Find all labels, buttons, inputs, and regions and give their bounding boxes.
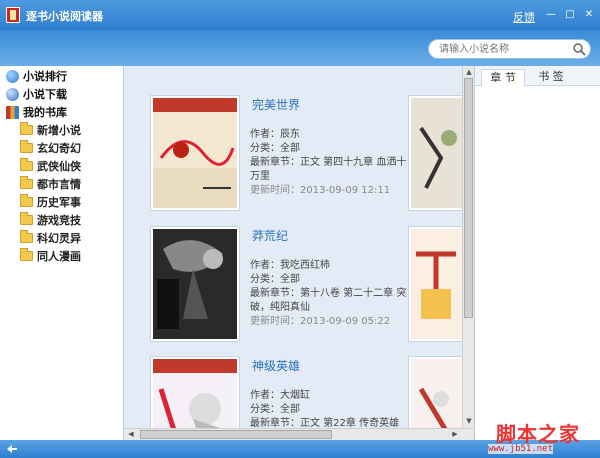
sidebar-item-label: 武侠仙侠: [37, 160, 81, 173]
sidebar-item-library[interactable]: 我的书库: [6, 104, 67, 120]
sidebar-item-label: 小说下载: [23, 88, 67, 101]
back-arrow-icon[interactable]: [6, 444, 18, 454]
sidebar-item-new-novels[interactable]: 新增小说: [20, 122, 81, 138]
book-author: 作者：我吃西红柿: [250, 260, 330, 271]
sidebar: 小说排行 小说下载 我的书库 新增小说 玄幻奇幻 武侠仙侠 都市言情 历史军事 …: [0, 66, 124, 440]
book-author: 作者：辰东: [250, 129, 300, 140]
book-latest-chapter[interactable]: 最新章节：第十八卷 第二十二章 突破，纯阳真仙: [250, 287, 410, 315]
book-card[interactable]: 完美世界 作者：辰东 分类：全部 最新章节：正文 第四十九章 血洒十万里 更新时…: [150, 95, 440, 211]
book-latest-chapter[interactable]: 最新章节：正文 第22章 传奇英雄: [250, 417, 410, 428]
sidebar-item-label: 我的书库: [23, 106, 67, 119]
folder-icon: [20, 122, 33, 135]
sidebar-item-label: 小说排行: [23, 70, 67, 83]
close-icon[interactable]: ✕: [583, 9, 595, 21]
panel-tabs: 章 节 书 签: [475, 66, 600, 86]
book-cover[interactable]: [408, 95, 462, 211]
scrollbar-thumb[interactable]: [140, 430, 332, 439]
book-cover[interactable]: [150, 95, 240, 211]
right-panel: 章 节 书 签: [474, 66, 600, 440]
book-cover[interactable]: [408, 226, 462, 342]
folder-icon: [20, 230, 33, 243]
title-bar: 逐书小说阅读器 反馈 — □ ✕: [0, 0, 600, 30]
scroll-left-icon[interactable]: ◀: [126, 430, 136, 439]
sidebar-item-label: 历史军事: [37, 196, 81, 209]
tab-chapters[interactable]: 章 节: [481, 69, 525, 86]
vertical-scrollbar[interactable]: ▲ ▼: [462, 66, 474, 428]
sidebar-item-scifi[interactable]: 科幻灵异: [20, 230, 81, 246]
sidebar-item-fanfic[interactable]: 同人漫画: [20, 248, 81, 264]
book-list: 完美世界 作者：辰东 分类：全部 最新章节：正文 第四十九章 血洒十万里 更新时…: [124, 66, 462, 428]
book-card[interactable]: 神级英雄 作者：大烟缸 分类：全部 最新章节：正文 第22章 传奇英雄: [150, 356, 440, 428]
download-icon: [6, 87, 19, 101]
maximize-icon[interactable]: □: [564, 9, 576, 21]
book-cover-image: [411, 359, 462, 428]
sidebar-item-label: 都市言情: [37, 178, 81, 191]
sidebar-item-label: 玄幻奇幻: [37, 142, 81, 155]
book-update-time: 更新时间：2013-09-09 05:22: [250, 316, 391, 327]
feedback-link[interactable]: 反馈: [513, 9, 535, 25]
watermark-text: 脚本之家: [496, 422, 580, 446]
tab-bookmarks[interactable]: 书 签: [529, 69, 573, 86]
watermark: 脚本之家 www.jb51.net: [482, 418, 598, 456]
sidebar-item-label: 同人漫画: [37, 250, 81, 263]
sidebar-item-fantasy[interactable]: 玄幻奇幻: [20, 140, 81, 156]
folder-icon: [20, 194, 33, 207]
folder-icon: [20, 158, 33, 171]
sidebar-item-download[interactable]: 小说下载: [6, 86, 67, 102]
app-logo-icon: [6, 7, 20, 23]
search-input[interactable]: [439, 42, 569, 56]
folder-icon: [20, 140, 33, 153]
book-category: 分类：全部: [250, 274, 300, 285]
minimize-icon[interactable]: —: [545, 9, 557, 21]
book-cover[interactable]: [150, 356, 240, 428]
sidebar-item-label: 游戏竞技: [37, 214, 81, 227]
horizontal-scrollbar[interactable]: ◀ ▶: [124, 428, 474, 440]
scrollbar-thumb[interactable]: [464, 78, 473, 318]
scroll-up-icon[interactable]: ▲: [465, 68, 473, 76]
book-category: 分类：全部: [250, 143, 300, 154]
book-cover-image: [153, 229, 237, 339]
sidebar-item-ranking[interactable]: 小说排行: [6, 68, 67, 84]
sidebar-item-wuxia[interactable]: 武侠仙侠: [20, 158, 81, 174]
book-title[interactable]: 完美世界: [252, 96, 300, 113]
sidebar-item-history[interactable]: 历史军事: [20, 194, 81, 210]
book-update-time: 更新时间：2013-09-09 12:11: [250, 185, 391, 196]
book-cover-image: [153, 359, 237, 428]
book-title[interactable]: 神级英雄: [252, 357, 300, 374]
search-icon[interactable]: [572, 42, 586, 56]
book-cover[interactable]: [150, 226, 240, 342]
watermark-url: www.jb51.net: [488, 444, 554, 454]
book-card[interactable]: 莽荒纪 作者：我吃西红柿 分类：全部 最新章节：第十八卷 第二十二章 突破，纯阳…: [150, 226, 440, 342]
search-box[interactable]: [428, 39, 591, 59]
sidebar-item-urban[interactable]: 都市言情: [20, 176, 81, 192]
folder-icon: [20, 212, 33, 225]
book-cover-image: [153, 98, 237, 208]
book-title[interactable]: 莽荒纪: [252, 227, 288, 244]
globe-icon: [6, 69, 19, 83]
book-cover[interactable]: [408, 356, 462, 428]
scroll-down-icon[interactable]: ▼: [465, 417, 473, 425]
app-title: 逐书小说阅读器: [26, 10, 103, 23]
folder-icon: [20, 248, 33, 261]
sidebar-item-label: 科幻灵异: [37, 232, 81, 245]
book-cover-image: [411, 229, 462, 339]
book-category: 分类：全部: [250, 404, 300, 415]
books-icon: [6, 105, 19, 119]
book-cover-image: [411, 98, 462, 208]
scroll-right-icon[interactable]: ▶: [450, 430, 460, 439]
folder-icon: [20, 176, 33, 189]
sidebar-item-label: 新增小说: [37, 124, 81, 137]
book-author: 作者：大烟缸: [250, 390, 310, 401]
sidebar-item-games[interactable]: 游戏竞技: [20, 212, 81, 228]
book-latest-chapter[interactable]: 最新章节：正文 第四十九章 血洒十万里: [250, 156, 410, 184]
